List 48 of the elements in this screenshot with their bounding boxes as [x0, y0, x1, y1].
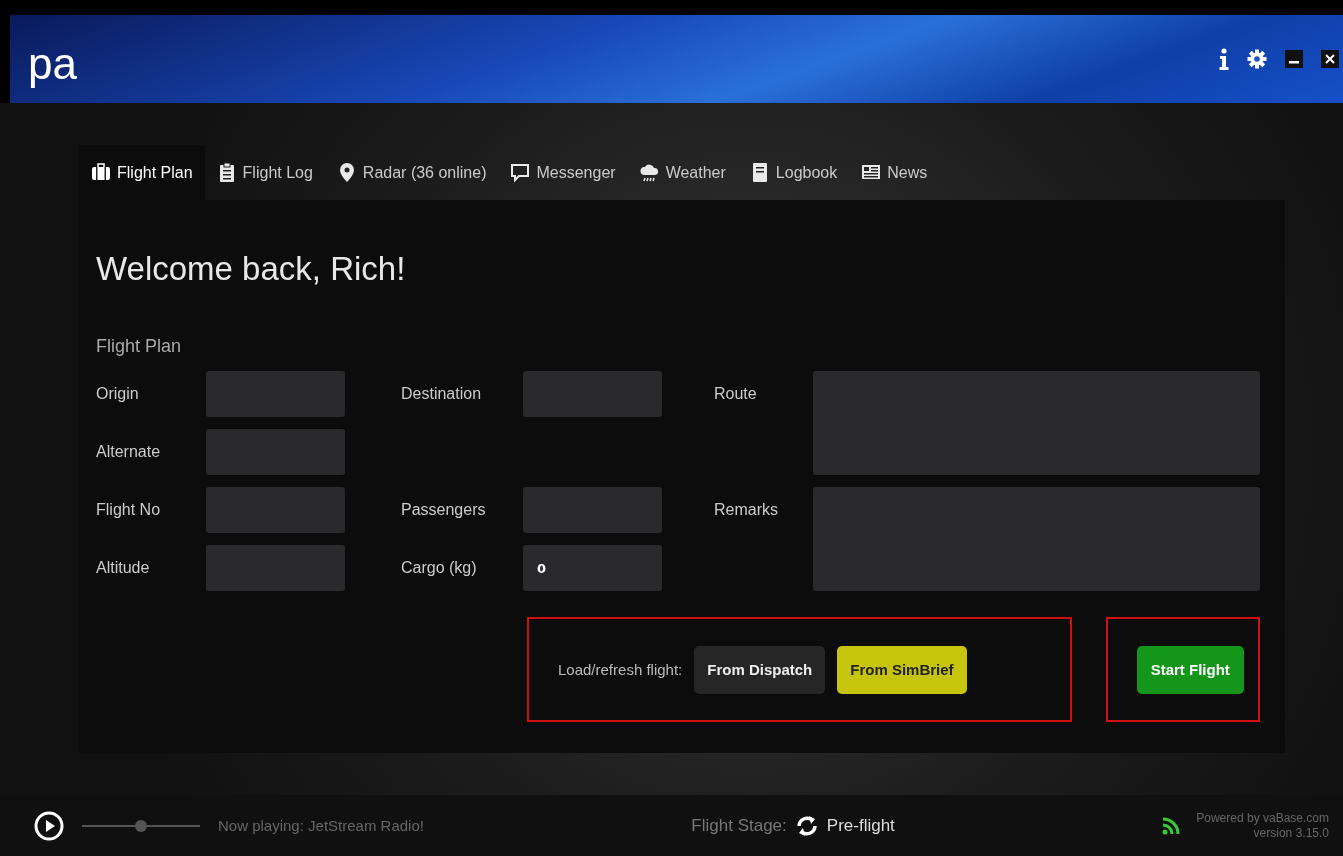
tab[interactable]: Logbook [737, 145, 850, 200]
speech-bubble-icon [510, 162, 531, 183]
close-icon[interactable] [1321, 50, 1339, 68]
version-text: version 3.15.0 [1253, 825, 1329, 840]
field-label: Destination [401, 385, 483, 403]
refresh-icon [794, 813, 819, 838]
minimize-icon[interactable] [1285, 50, 1303, 68]
play-icon[interactable] [34, 810, 64, 841]
welcome-heading: Welcome back, Rich! [96, 250, 407, 288]
field-label: Route [714, 385, 758, 403]
tab[interactable]: Flight Plan [79, 145, 205, 200]
stage-label: Flight Stage: [691, 815, 787, 836]
text-field[interactable] [206, 371, 345, 417]
rain-cloud-icon [639, 162, 660, 183]
rss-icon [1162, 816, 1181, 835]
tab[interactable]: News [849, 145, 940, 200]
slider-thumb[interactable] [135, 819, 147, 832]
field-label: Origin [96, 385, 140, 403]
field-label: Cargo (kg) [401, 559, 478, 577]
text-area[interactable] [813, 371, 1260, 475]
tab[interactable]: Weather [627, 145, 738, 200]
field-label: Remarks [714, 501, 779, 519]
stage-value: Pre-flight [826, 815, 895, 836]
text-field[interactable] [523, 487, 662, 533]
field-label: Flight No [96, 501, 162, 519]
text-field[interactable] [206, 487, 345, 533]
simbrief-button[interactable]: From SimBrief [837, 645, 967, 694]
now-playing-text: Now playing: JetStream Radio! [218, 817, 424, 834]
field-label: Passengers [401, 501, 487, 519]
luggage-icon [91, 162, 111, 183]
field-label: Alternate [96, 443, 162, 461]
tab[interactable]: Radar (36 online) [324, 145, 499, 200]
tab[interactable]: Flight Log [204, 145, 325, 200]
field-label: Altitude [96, 559, 151, 577]
app-logo: pa [28, 38, 77, 86]
settings-icon[interactable] [1247, 49, 1267, 69]
dispatch-button[interactable]: From Dispatch [694, 645, 826, 694]
text-field[interactable] [206, 545, 345, 591]
text-area[interactable] [813, 487, 1260, 591]
text-field[interactable] [206, 429, 345, 475]
start-flight-button[interactable]: Start Flight [1136, 645, 1244, 694]
load-label: Load/refresh flight: [558, 661, 683, 678]
powered-by-text: Powered by vaBase.com [1196, 811, 1329, 826]
info-icon[interactable] [1219, 48, 1229, 70]
tab[interactable]: Messenger [498, 145, 628, 200]
text-field[interactable] [523, 371, 662, 417]
section-title: Flight Plan [96, 336, 183, 357]
text-field[interactable]: 0 [523, 545, 662, 591]
